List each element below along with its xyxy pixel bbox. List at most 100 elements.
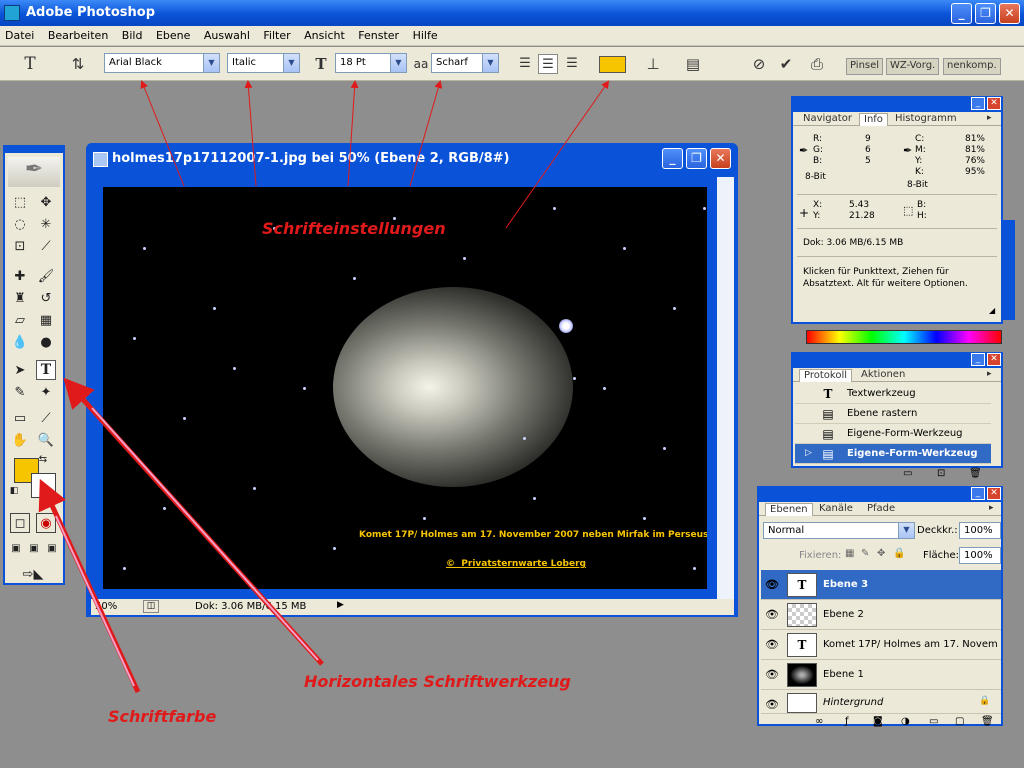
adjustment-layer-icon[interactable]: ◑ [901,716,910,727]
blend-mode-select[interactable]: Normal ▼ [763,522,915,539]
menu-auswahl[interactable]: Auswahl [199,26,255,42]
menu-bild[interactable]: Bild [117,26,148,42]
gradient-tool-icon[interactable]: ▦ [36,311,56,331]
tab-protokoll[interactable]: Protokoll [799,369,853,382]
layer-row[interactable]: 👁 Ebene 2 [761,600,1001,630]
antialias-select[interactable]: Scharf ▼ [431,53,499,73]
history-brush-tool-icon[interactable]: ↺ [36,289,56,309]
palettes-toggle-icon[interactable]: ▤ [683,54,703,74]
panel-menu-icon[interactable]: ▸ [983,369,996,382]
layer-row[interactable]: 👁 Ebene 1 [761,660,1001,690]
menu-filter[interactable]: Filter [258,26,295,42]
menu-ansicht[interactable]: Ansicht [299,26,350,42]
move-tool-icon[interactable]: ✥ [36,193,56,213]
layer-row[interactable]: 👁 T Ebene 3 [761,570,1001,600]
layer-row[interactable]: 👁 T Komet 17P/ Holmes am 17. Novem [761,630,1001,660]
tab-info[interactable]: Info [859,113,888,126]
zoom-level[interactable]: 50% [95,601,117,612]
doc-maximize-button[interactable]: ❐ [686,148,707,169]
image-canvas[interactable]: Komet 17P/ Holmes am 17. November 2007 n… [103,187,707,589]
commit-check-icon[interactable]: ✔ [776,54,796,74]
font-size-select[interactable]: 18 Pt ▼ [335,53,407,73]
panel-menu-icon[interactable]: ▸ [983,113,996,126]
new-layer-icon[interactable]: ▢ [955,716,964,727]
well-tab-ebenenkomp[interactable]: nenkomp. [943,58,1001,75]
delete-layer-icon[interactable]: 🗑 [981,716,994,727]
camera-icon[interactable]: ⊡ [937,468,945,479]
tab-aktionen[interactable]: Aktionen [857,369,909,382]
trash-icon[interactable]: 🗑 [969,468,982,479]
menu-bearbeiten[interactable]: Bearbeiten [43,26,113,42]
clone-stamp-tool-icon[interactable]: ♜ [10,289,30,309]
text-color-swatch[interactable] [599,56,626,73]
link-layers-icon[interactable]: ∞ [815,716,823,727]
menu-ebene[interactable]: Ebene [151,26,195,42]
type-tool-preset-icon[interactable]: T [20,54,40,74]
screen-mode-full-menu-icon[interactable]: ▣ [26,539,42,559]
warp-text-icon[interactable]: ⊥ [643,54,663,74]
eye-icon[interactable]: 👁 [764,608,780,622]
panel-close-icon[interactable]: ✕ [987,97,1001,110]
tab-pfade[interactable]: Pfade [863,503,899,516]
quick-mask-mode-icon[interactable]: ◉ [36,513,56,533]
tab-ebenen[interactable]: Ebenen [765,503,813,516]
lock-transparency-icon[interactable]: ▦ [845,548,854,559]
panel-menu-icon[interactable]: ▸ [985,503,998,516]
opacity-input[interactable]: 100% [959,522,1001,539]
eye-icon[interactable]: 👁 [764,578,780,592]
lock-pixels-icon[interactable]: ✎ [861,548,869,559]
status-menu-icon[interactable]: ◫ [143,600,159,613]
doc-close-button[interactable]: ✕ [710,148,731,169]
panel-minimize-icon[interactable]: _ [971,97,985,110]
cancel-icon[interactable]: ⊘ [749,54,769,74]
panel-close-icon[interactable]: ✕ [987,353,1001,366]
tab-histogramm[interactable]: Histogramm [891,113,961,126]
panel-minimize-icon[interactable]: _ [971,353,985,366]
history-item[interactable]: T Textwerkzeug [795,384,991,404]
hand-tool-icon[interactable]: ✋ [10,431,30,451]
crop-tool-icon[interactable]: ⊡ [10,237,30,257]
zoom-tool-icon[interactable]: 🔍 [36,431,56,451]
horizontal-type-tool-icon[interactable]: T [36,360,56,380]
well-tab-pinsel[interactable]: Pinsel [846,58,884,75]
brush-tool-icon[interactable]: 🖌 [36,267,56,287]
color-spectrum-bar[interactable] [806,330,1002,344]
align-left-icon[interactable]: ☰ [515,54,535,74]
layer-mask-icon[interactable]: ◙ [873,716,883,727]
new-group-icon[interactable]: ▭ [929,716,938,727]
history-item[interactable]: ▤ Eigene-Form-Werkzeug [795,424,991,444]
history-item[interactable]: ▷ ▤ Eigene-Form-Werkzeug [795,444,991,464]
close-button[interactable]: ✕ [999,3,1020,24]
lock-position-icon[interactable]: ✥ [877,548,885,559]
screen-mode-full-icon[interactable]: ▣ [44,539,60,559]
panel-minimize-icon[interactable]: _ [971,487,985,500]
new-snapshot-icon[interactable]: ▭ [903,468,912,479]
eye-icon[interactable]: 👁 [764,698,780,712]
eye-icon[interactable]: 👁 [764,638,780,652]
align-right-icon[interactable]: ☰ [562,54,582,74]
swap-colors-icon[interactable]: ⇆ [36,453,50,467]
background-color-swatch[interactable] [31,473,56,498]
eyedropper-tool-icon[interactable]: ⟋ [36,409,56,429]
history-item[interactable]: ▤ Ebene rastern [795,404,991,424]
pen-tool-icon[interactable]: ✎ [10,383,30,403]
notes-tool-icon[interactable]: ▭ [10,409,30,429]
custom-shape-tool-icon[interactable]: ✦ [36,383,56,403]
tab-navigator[interactable]: Navigator [799,113,856,126]
font-style-select[interactable]: Italic ▼ [227,53,300,73]
layer-row[interactable]: 👁 Hintergrund 🔒 [761,690,1001,714]
lasso-tool-icon[interactable]: ◌ [10,215,30,235]
maximize-button[interactable]: ❐ [975,3,996,24]
menu-datei[interactable]: Datei [0,26,39,42]
path-selection-tool-icon[interactable]: ➤ [10,361,30,381]
doc-vertical-scrollbar[interactable] [717,177,734,599]
healing-brush-tool-icon[interactable]: ✚ [10,267,30,287]
default-colors-icon[interactable]: ◧ [8,485,20,497]
menu-hilfe[interactable]: Hilfe [408,26,443,42]
slice-tool-icon[interactable]: ⟋ [36,237,56,257]
eraser-tool-icon[interactable]: ▱ [10,311,30,331]
file-browser-icon[interactable]: ⎙ [807,54,827,74]
resize-grip-icon[interactable]: ◢ [989,306,999,316]
dodge-tool-icon[interactable]: ● [36,333,56,353]
panel-close-icon[interactable]: ✕ [987,487,1001,500]
